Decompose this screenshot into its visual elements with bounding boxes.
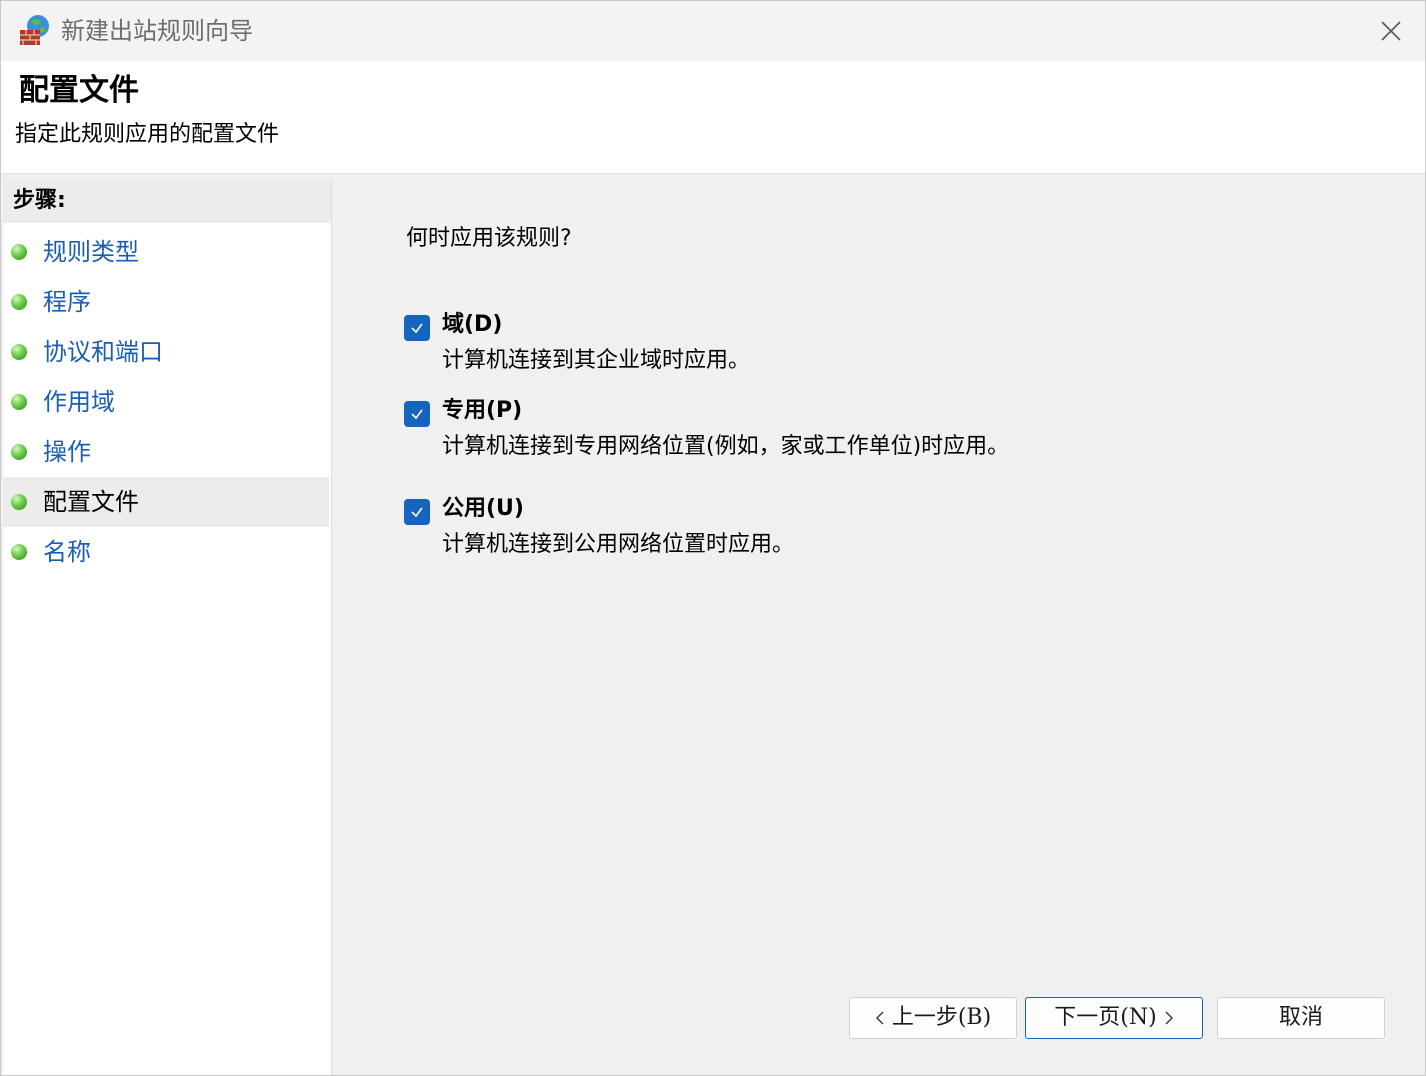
next-button-label: 下一页(N) bbox=[1054, 1005, 1157, 1030]
window-title: 新建出站规则向导 bbox=[61, 17, 253, 45]
checkmark-icon bbox=[411, 409, 423, 420]
question-label: 何时应用该规则? bbox=[406, 226, 572, 251]
step-bullet-icon bbox=[11, 294, 27, 310]
firewall-wall-icon bbox=[20, 15, 49, 45]
close-button[interactable] bbox=[1357, 1, 1425, 61]
cancel-button-label: 取消 bbox=[1278, 1005, 1323, 1030]
public-checkbox[interactable] bbox=[404, 499, 430, 525]
steps-heading: 步骤: bbox=[3, 179, 331, 223]
step-bullet-icon bbox=[11, 244, 27, 260]
step-scope[interactable]: 作用域 bbox=[3, 377, 329, 427]
public-option-label[interactable]: 公用(U) bbox=[442, 493, 524, 525]
checkmark-icon bbox=[411, 507, 423, 518]
step-bullet-icon bbox=[11, 444, 27, 460]
back-button-label: 上一步(B) bbox=[891, 1005, 992, 1030]
steps-heading-label: 步骤: bbox=[13, 188, 66, 213]
wizard-header: 配置文件 指定此规则应用的配置文件 bbox=[1, 61, 1425, 174]
step-profile[interactable]: 配置文件 bbox=[3, 477, 329, 527]
close-icon bbox=[1381, 21, 1401, 41]
wizard-window: 新建出站规则向导 配置文件 指定此规则应用的配置文件 步骤: 规则类型 程序 协… bbox=[0, 0, 1426, 1076]
step-bullet-icon bbox=[11, 394, 27, 410]
step-label: 名称 bbox=[43, 538, 91, 566]
step-bullet-icon bbox=[11, 344, 27, 360]
step-program[interactable]: 程序 bbox=[3, 277, 329, 327]
step-label: 规则类型 bbox=[43, 238, 139, 266]
title-bar: 新建出站规则向导 bbox=[1, 1, 1425, 61]
private-checkbox[interactable] bbox=[404, 401, 430, 427]
chevron-right-icon bbox=[1165, 1011, 1173, 1025]
step-bullet-icon bbox=[11, 494, 27, 510]
step-action[interactable]: 操作 bbox=[3, 427, 329, 477]
step-label: 协议和端口 bbox=[43, 338, 163, 366]
domain-option-description: 计算机连接到其企业域时应用。 bbox=[442, 348, 751, 373]
cancel-button[interactable]: 取消 bbox=[1217, 997, 1385, 1039]
next-button[interactable]: 下一页(N) bbox=[1025, 997, 1203, 1039]
step-label: 作用域 bbox=[43, 388, 115, 416]
domain-option-label[interactable]: 域(D) bbox=[442, 309, 502, 341]
step-bullet-icon bbox=[11, 544, 27, 560]
step-rule-type[interactable]: 规则类型 bbox=[3, 227, 329, 277]
step-label: 程序 bbox=[43, 288, 91, 316]
step-protocol-ports[interactable]: 协议和端口 bbox=[3, 327, 329, 377]
public-option-description: 计算机连接到公用网络位置时应用。 bbox=[442, 532, 795, 557]
checkmark-icon bbox=[411, 323, 423, 334]
private-option-description: 计算机连接到专用网络位置(例如，家或工作单位)时应用。 bbox=[442, 434, 1010, 459]
step-label: 配置文件 bbox=[43, 488, 139, 516]
step-name[interactable]: 名称 bbox=[3, 527, 329, 577]
content-panel: 何时应用该规则? 域(D) 计算机连接到其企业域时应用。 专用(P) 计算机连接… bbox=[336, 179, 1425, 1075]
back-button[interactable]: 上一步(B) bbox=[849, 997, 1017, 1039]
chevron-left-icon bbox=[875, 1011, 884, 1025]
private-option-label[interactable]: 专用(P) bbox=[442, 395, 522, 427]
page-subtitle: 指定此规则应用的配置文件 bbox=[15, 122, 280, 147]
domain-checkbox[interactable] bbox=[404, 315, 430, 341]
steps-panel: 步骤: 规则类型 程序 协议和端口 作用域 操作 配置文件 名称 bbox=[3, 179, 332, 1075]
step-label: 操作 bbox=[43, 438, 91, 466]
page-title: 配置文件 bbox=[19, 73, 139, 108]
